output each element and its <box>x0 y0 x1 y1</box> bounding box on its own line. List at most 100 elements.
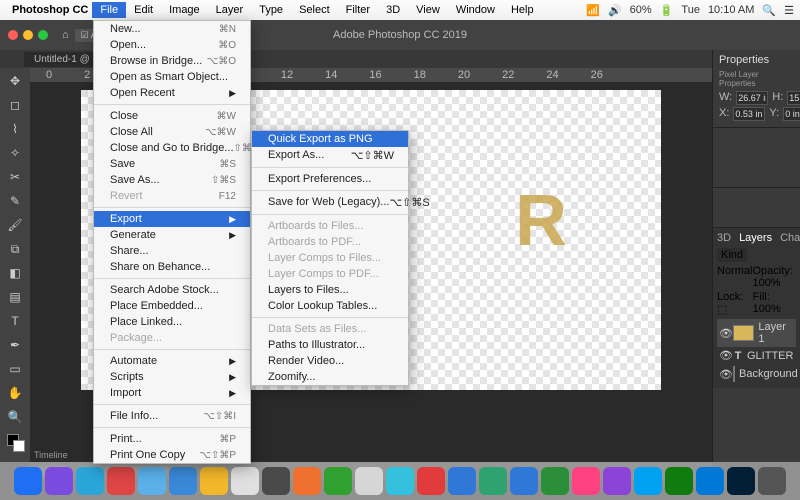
menuitem-open-recent[interactable]: Open Recent▶ <box>94 85 250 101</box>
clock-day[interactable]: Tue <box>681 4 700 16</box>
dock-app[interactable] <box>14 467 42 495</box>
submenu-render-video-[interactable]: Render Video... <box>252 353 408 369</box>
dock-app[interactable] <box>45 467 73 495</box>
hand-tool[interactable]: ✋ <box>5 384 25 402</box>
shape-tool[interactable]: ▭ <box>5 360 25 378</box>
menuitem-open-as-smart-object-[interactable]: Open as Smart Object... <box>94 69 250 85</box>
close-window-button[interactable] <box>8 30 18 40</box>
move-tool[interactable]: ✥ <box>5 72 25 90</box>
timeline-tab[interactable]: Timeline <box>34 450 68 460</box>
menuitem-open-[interactable]: Open...⌘O <box>94 37 250 53</box>
menuitem-new-[interactable]: New...⌘N <box>94 21 250 37</box>
dock-app[interactable] <box>76 467 104 495</box>
eraser-tool[interactable]: ◧ <box>5 264 25 282</box>
crop-tool[interactable]: ✂ <box>5 168 25 186</box>
menuitem-close-all[interactable]: Close All⌥⌘W <box>94 124 250 140</box>
pen-tool[interactable]: ✒ <box>5 336 25 354</box>
submenu-quick-export-as-png[interactable]: Quick Export as PNG <box>252 131 408 147</box>
dock-app[interactable] <box>355 467 383 495</box>
menu-image[interactable]: Image <box>161 2 208 18</box>
menuitem-search-adobe-stock-[interactable]: Search Adobe Stock... <box>94 282 250 298</box>
menuitem-close[interactable]: Close⌘W <box>94 108 250 124</box>
submenu-color-lookup-tables-[interactable]: Color Lookup Tables... <box>252 298 408 314</box>
submenu-zoomify-[interactable]: Zoomify... <box>252 369 408 385</box>
menuitem-place-embedded-[interactable]: Place Embedded... <box>94 298 250 314</box>
notification-icon[interactable]: ☰ <box>784 4 794 17</box>
app-name[interactable]: Photoshop CC <box>12 4 88 16</box>
submenu-save-for-web-legacy-[interactable]: Save for Web (Legacy)...⌥⇧⌘S <box>252 194 408 211</box>
marquee-tool[interactable]: ◻ <box>5 96 25 114</box>
wifi-icon[interactable]: 📶 <box>586 4 600 17</box>
sound-icon[interactable]: 🔊 <box>608 4 622 17</box>
panel-tab-channels[interactable]: Channels <box>780 232 800 244</box>
opacity-value[interactable]: 100% <box>752 277 780 289</box>
visibility-icon[interactable]: 👁 <box>719 327 729 340</box>
dock-app[interactable] <box>603 467 631 495</box>
submenu-export-preferences-[interactable]: Export Preferences... <box>252 171 408 187</box>
dock-app[interactable] <box>448 467 476 495</box>
height-input[interactable] <box>787 91 800 105</box>
stamp-tool[interactable]: ⧉ <box>5 240 25 258</box>
dock-app[interactable] <box>758 467 786 495</box>
menuitem-save-as-[interactable]: Save As...⇧⌘S <box>94 172 250 188</box>
blend-mode-select[interactable]: Normal <box>717 265 752 289</box>
menu-file[interactable]: File <box>92 2 126 18</box>
menuitem-save[interactable]: Save⌘S <box>94 156 250 172</box>
dock-app[interactable] <box>696 467 724 495</box>
menuitem-import[interactable]: Import▶ <box>94 385 250 401</box>
menuitem-place-linked-[interactable]: Place Linked... <box>94 314 250 330</box>
y-input[interactable] <box>783 107 800 121</box>
layer-row[interactable]: 👁Background <box>717 364 796 384</box>
foreground-background-swatch[interactable] <box>5 432 25 456</box>
menuitem-scripts[interactable]: Scripts▶ <box>94 369 250 385</box>
menuitem-print-one-copy[interactable]: Print One Copy⌥⇧⌘P <box>94 447 250 463</box>
dock-app[interactable] <box>665 467 693 495</box>
menu-3d[interactable]: 3D <box>378 2 408 18</box>
zoom-tool[interactable]: 🔍 <box>5 408 25 426</box>
panel-tab-layers[interactable]: Layers <box>739 232 772 244</box>
zoom-window-button[interactable] <box>38 30 48 40</box>
menuitem-generate[interactable]: Generate▶ <box>94 227 250 243</box>
battery-icon[interactable]: 🔋 <box>660 4 674 17</box>
spotlight-icon[interactable]: 🔍 <box>762 4 776 17</box>
adjustments-panel[interactable] <box>713 188 800 228</box>
home-icon[interactable]: ⌂ <box>62 29 69 41</box>
menuitem-print-[interactable]: Print...⌘P <box>94 431 250 447</box>
wand-tool[interactable]: ✧ <box>5 144 25 162</box>
clock-time[interactable]: 10:10 AM <box>708 4 754 16</box>
dock-app[interactable] <box>572 467 600 495</box>
menuitem-browse-in-bridge-[interactable]: Browse in Bridge...⌥⌘O <box>94 53 250 69</box>
width-input[interactable] <box>736 91 768 105</box>
dock-app[interactable] <box>541 467 569 495</box>
menu-filter[interactable]: Filter <box>338 2 378 18</box>
menuitem-share-[interactable]: Share... <box>94 243 250 259</box>
dock-app[interactable] <box>138 467 166 495</box>
dock-app[interactable] <box>417 467 445 495</box>
submenu-paths-to-illustrator-[interactable]: Paths to Illustrator... <box>252 337 408 353</box>
menuitem-export[interactable]: Export▶ <box>94 211 250 227</box>
dock-app[interactable] <box>324 467 352 495</box>
eyedropper-tool[interactable]: ✎ <box>5 192 25 210</box>
menuitem-close-and-go-to-bridge-[interactable]: Close and Go to Bridge...⇧⌘W <box>94 140 250 156</box>
dock-app[interactable] <box>386 467 414 495</box>
layer-kind-filter[interactable]: Kind <box>717 248 747 262</box>
dock-app[interactable] <box>262 467 290 495</box>
visibility-icon[interactable]: 👁 <box>719 349 729 362</box>
menu-help[interactable]: Help <box>503 2 542 18</box>
color-panel[interactable] <box>713 128 800 188</box>
dock-app[interactable] <box>231 467 259 495</box>
panel-tab-3d[interactable]: 3D <box>717 232 731 244</box>
lasso-tool[interactable]: ⌇ <box>5 120 25 138</box>
layer-row[interactable]: 👁Layer 1 <box>717 319 796 347</box>
visibility-icon[interactable]: 👁 <box>719 368 729 381</box>
dock-app[interactable] <box>510 467 538 495</box>
menu-view[interactable]: View <box>408 2 448 18</box>
dock-app[interactable] <box>169 467 197 495</box>
brush-tool[interactable]: 🖌 <box>5 216 25 234</box>
menu-type[interactable]: Type <box>251 2 291 18</box>
menuitem-automate[interactable]: Automate▶ <box>94 353 250 369</box>
dock-app[interactable] <box>200 467 228 495</box>
menu-edit[interactable]: Edit <box>126 2 161 18</box>
menu-window[interactable]: Window <box>448 2 503 18</box>
minimize-window-button[interactable] <box>23 30 33 40</box>
